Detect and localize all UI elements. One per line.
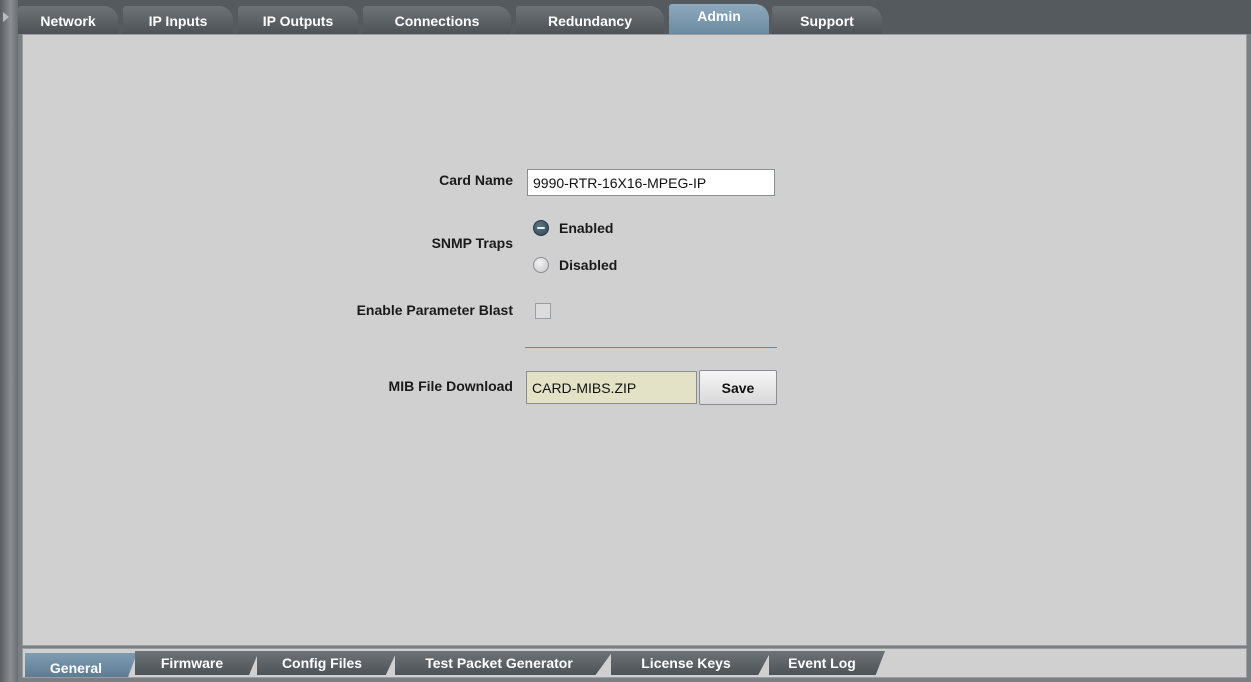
tab-network[interactable]: Network	[18, 6, 118, 34]
parameter-blast-label: Enable Parameter Blast	[356, 302, 513, 318]
snmp-disabled-radio[interactable]	[533, 257, 549, 273]
tab-label: IP Outputs	[262, 13, 334, 29]
tab-label: General	[49, 660, 103, 676]
left-bezel	[0, 0, 18, 682]
tab-general[interactable]: General	[25, 653, 137, 677]
snmp-enabled-label[interactable]: Enabled	[559, 220, 613, 236]
tab-firmware[interactable]: Firmware	[135, 651, 259, 675]
card-name-input[interactable]: 9990-RTR-16X16-MPEG-IP	[527, 169, 775, 196]
snmp-enabled-radio[interactable]	[533, 220, 549, 236]
tab-label: Support	[800, 13, 854, 29]
tab-test-packet-generator[interactable]: Test Packet Generator	[395, 651, 613, 675]
save-button[interactable]: Save	[699, 370, 777, 405]
tab-ip-outputs[interactable]: IP Outputs	[238, 6, 358, 34]
tab-label: License Keys	[641, 655, 731, 671]
snmp-disabled-label[interactable]: Disabled	[559, 257, 617, 273]
tab-redundancy[interactable]: Redundancy	[516, 6, 664, 34]
tab-label: Event Log	[788, 655, 856, 671]
tab-label: Config Files	[281, 655, 363, 671]
snmp-traps-label: SNMP Traps	[431, 235, 513, 251]
expand-arrow-icon[interactable]	[3, 12, 9, 22]
admin-general-panel: Card Name 9990-RTR-16X16-MPEG-IP SNMP Tr…	[22, 34, 1247, 646]
mib-file-field: CARD-MIBS.ZIP	[526, 371, 697, 404]
tab-label: Admin	[697, 8, 741, 24]
tab-label: Network	[40, 13, 96, 29]
tab-label: Test Packet Generator	[425, 655, 573, 671]
bottom-tab-bar: General Firmware Config Files Test Packe…	[22, 648, 1247, 678]
tab-label: Redundancy	[547, 13, 632, 29]
top-tab-bar: Network IP Inputs IP Outputs Connections…	[18, 0, 1251, 34]
tab-label: Connections	[394, 13, 480, 29]
card-name-label: Card Name	[439, 172, 513, 188]
tab-label: Firmware	[160, 655, 224, 671]
mib-download-label: MIB File Download	[388, 378, 513, 394]
tab-config-files[interactable]: Config Files	[257, 651, 397, 675]
tab-support[interactable]: Support	[772, 6, 882, 34]
section-divider	[525, 347, 777, 348]
parameter-blast-checkbox[interactable]	[535, 303, 551, 319]
tab-event-log[interactable]: Event Log	[769, 651, 885, 675]
tab-license-keys[interactable]: License Keys	[611, 651, 771, 675]
tab-admin[interactable]: Admin	[669, 4, 769, 34]
tab-connections[interactable]: Connections	[363, 6, 511, 34]
tab-label: IP Inputs	[148, 13, 208, 29]
tab-ip-inputs[interactable]: IP Inputs	[123, 6, 233, 34]
